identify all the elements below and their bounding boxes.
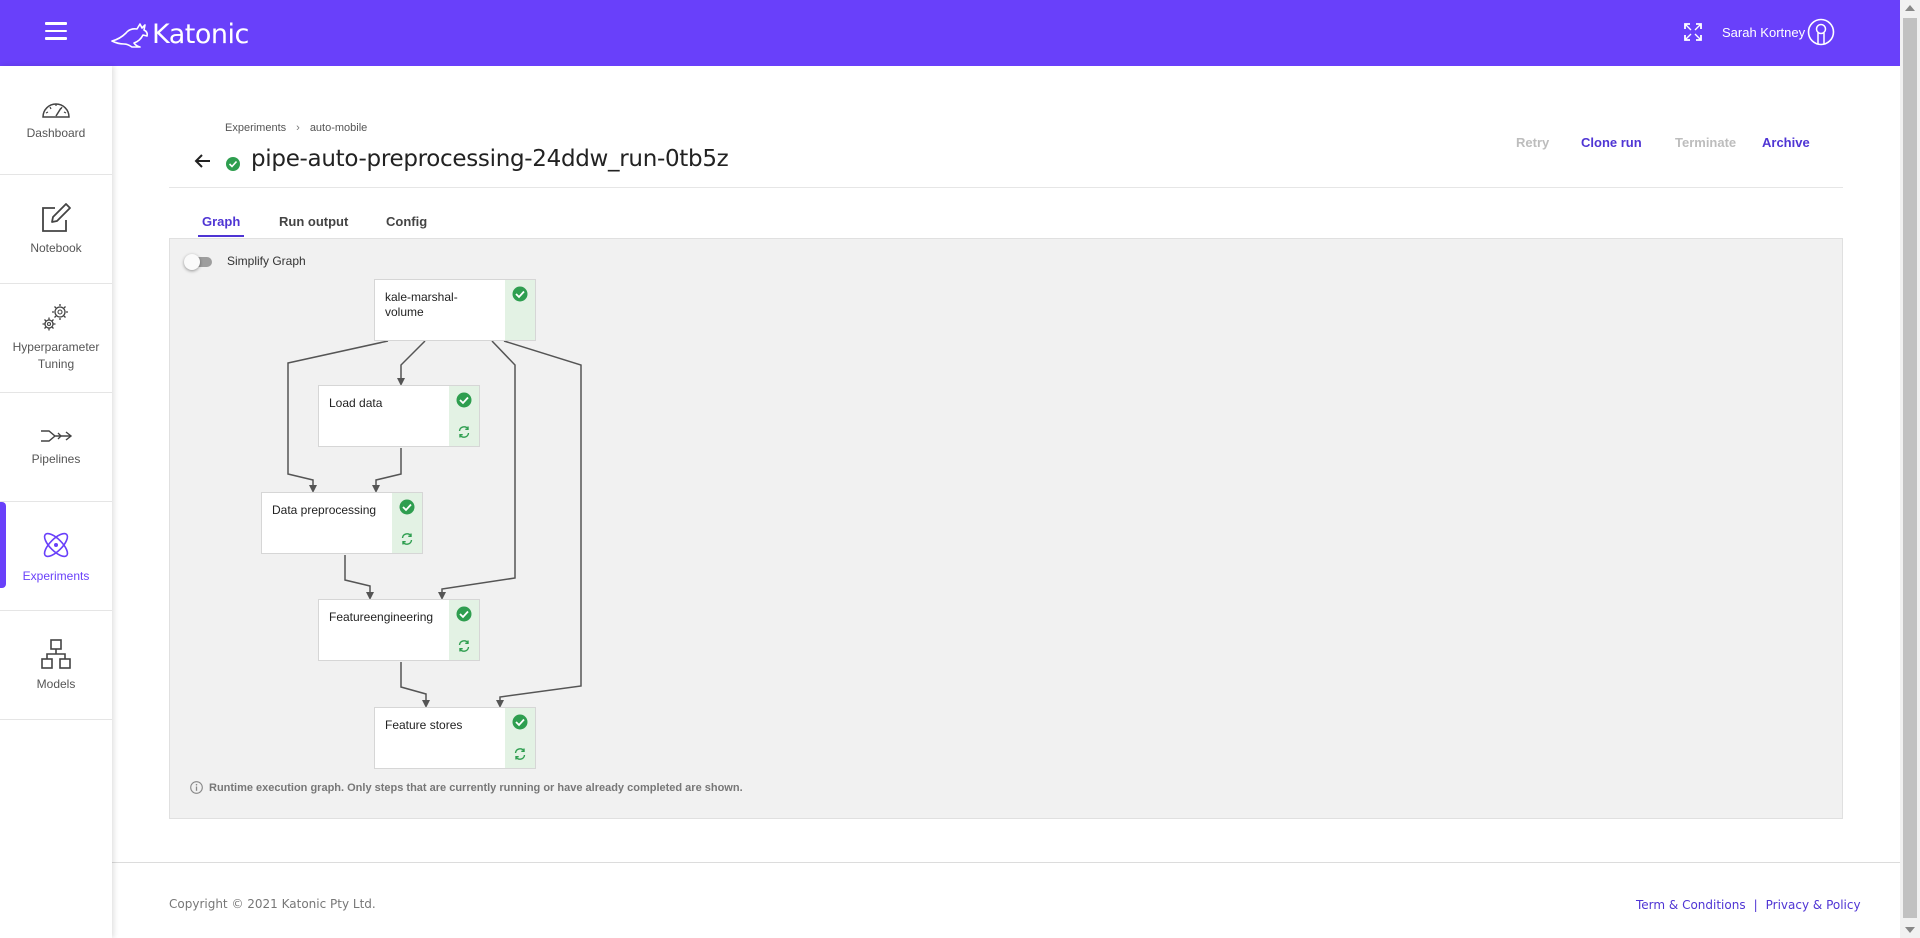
kangaroo-logo-icon <box>111 23 148 48</box>
gauge-icon <box>42 102 70 118</box>
brand-logo[interactable]: Katonic <box>110 16 249 52</box>
sidebar-item-label: Notebook <box>30 240 82 255</box>
tab-config[interactable]: Config <box>386 214 427 229</box>
sidebar-item-label: Experiments <box>22 568 90 583</box>
retry-icon[interactable] <box>400 532 414 546</box>
terms-link[interactable]: Term & Conditions <box>1636 898 1746 912</box>
node-status-strip <box>505 280 535 340</box>
sidebar-item-models[interactable]: Models <box>0 611 112 720</box>
scroll-down-icon[interactable] <box>1905 927 1915 933</box>
success-check-icon <box>456 392 472 408</box>
divider <box>169 187 1843 188</box>
graph-edge <box>344 555 374 600</box>
sidebar-item-label: Models <box>36 676 76 691</box>
node-status-strip <box>449 386 479 446</box>
fullscreen-icon[interactable] <box>1684 23 1702 41</box>
atom-icon <box>43 532 69 557</box>
graph-panel: Simplify Graph kale-marshal-volume Load … <box>169 238 1843 819</box>
graph-node-data-preprocessing[interactable]: Data preprocessing <box>261 492 423 554</box>
terminate-button[interactable]: Terminate <box>1675 135 1736 150</box>
graph-edge <box>496 340 582 708</box>
sidebar: Dashboard Notebook Hyperparameter Tuning… <box>0 66 112 938</box>
graph-node-featureengineering[interactable]: Featureengineering <box>318 599 480 661</box>
menu-icon[interactable] <box>45 22 67 42</box>
retry-button[interactable]: Retry <box>1516 135 1549 150</box>
sidebar-item-label: Pipelines <box>31 451 81 466</box>
edit-icon <box>42 202 71 232</box>
breadcrumb-current: auto-mobile <box>309 122 368 134</box>
footer-separator: | <box>1753 898 1758 912</box>
retry-icon[interactable] <box>513 747 527 761</box>
breadcrumb: Experiments › auto-mobile <box>225 122 367 134</box>
success-check-icon <box>512 286 528 302</box>
graph-node-kale-marshal-volume[interactable]: kale-marshal-volume <box>374 279 536 341</box>
tab-run-output[interactable]: Run output <box>279 214 348 229</box>
sidebar-item-hyperparameter-tuning[interactable]: Hyperparameter Tuning <box>0 284 112 393</box>
success-check-icon <box>512 714 528 730</box>
brand-name: Katonic <box>152 18 249 50</box>
copyright: Copyright © 2021 Katonic Pty Ltd. <box>169 897 376 911</box>
node-status-strip <box>505 708 535 768</box>
chevron-right-icon: › <box>296 122 300 134</box>
scroll-up-icon[interactable] <box>1905 5 1915 11</box>
user-name[interactable]: Sarah Kortney <box>1722 25 1805 40</box>
sidebar-item-dashboard[interactable]: Dashboard <box>0 66 112 175</box>
tab-graph[interactable]: Graph <box>197 214 245 237</box>
graph-node-feature-stores[interactable]: Feature stores <box>374 707 536 769</box>
graph-node-load-data[interactable]: Load data <box>318 385 480 447</box>
node-status-strip <box>449 600 479 660</box>
sidebar-item-label: Hyperparameter Tuning <box>12 340 100 371</box>
node-label: Feature stores <box>385 718 463 732</box>
graph-edge <box>400 662 430 708</box>
node-label: Featureengineering <box>329 610 434 624</box>
pipeline-icon <box>41 429 73 442</box>
sidebar-item-experiments[interactable]: Experiments <box>0 502 112 611</box>
scrollbar-thumb[interactable] <box>1903 18 1917 918</box>
info-icon <box>190 781 203 794</box>
retry-icon[interactable] <box>457 425 471 439</box>
graph-edge <box>438 340 516 600</box>
graph-note: Runtime execution graph. Only steps that… <box>190 781 743 794</box>
vertical-scrollbar[interactable] <box>1900 0 1920 938</box>
gears-icon <box>42 304 68 331</box>
user-avatar-icon[interactable] <box>1807 18 1835 46</box>
retry-icon[interactable] <box>457 639 471 653</box>
sidebar-item-notebook[interactable]: Notebook <box>0 175 112 284</box>
success-check-icon <box>226 157 240 171</box>
node-label: Load data <box>329 396 383 410</box>
arrow-left-icon[interactable] <box>194 152 212 170</box>
node-label: kale-marshal-volume <box>385 290 458 319</box>
node-status-strip <box>392 493 422 553</box>
top-bar: Katonic Sarah Kortney <box>0 0 1900 66</box>
graph-edge <box>372 448 402 493</box>
node-label: Data preprocessing <box>272 503 377 517</box>
page-title: pipe-auto-preprocessing-24ddw_run-0tb5z <box>251 146 729 172</box>
hierarchy-icon <box>41 638 71 669</box>
sidebar-item-pipelines[interactable]: Pipelines <box>0 393 112 502</box>
clone-run-button[interactable]: Clone run <box>1581 135 1642 150</box>
breadcrumb-experiments[interactable]: Experiments <box>225 122 286 134</box>
footer-divider <box>112 862 1900 863</box>
graph-note-text: Runtime execution graph. Only steps that… <box>209 781 743 794</box>
graph-edge <box>397 340 426 386</box>
success-check-icon <box>399 499 415 515</box>
archive-button[interactable]: Archive <box>1762 135 1810 150</box>
sidebar-item-label: Dashboard <box>26 125 86 140</box>
privacy-link[interactable]: Privacy & Policy <box>1766 898 1861 912</box>
footer-links: Term & Conditions | Privacy & Policy <box>1636 898 1861 912</box>
success-check-icon <box>456 606 472 622</box>
